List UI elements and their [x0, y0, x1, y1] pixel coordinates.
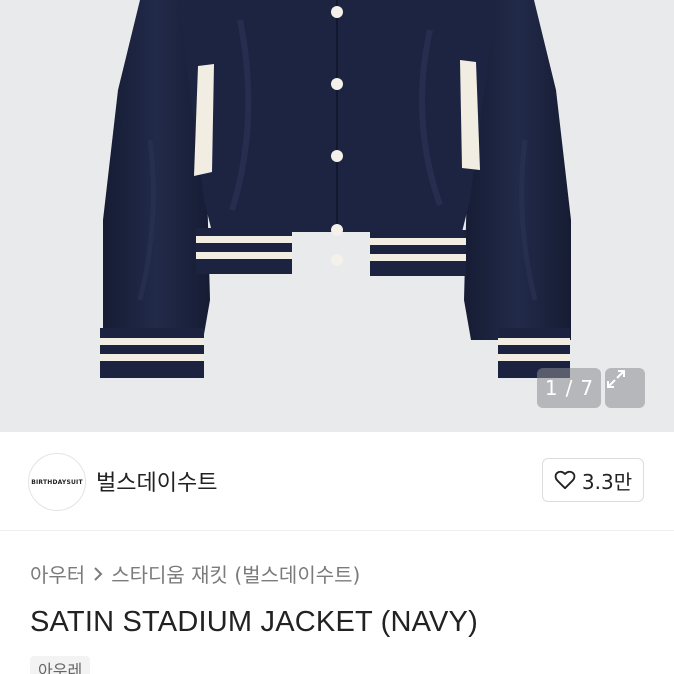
breadcrumb-category[interactable]: 아우터	[30, 559, 85, 588]
product-page: 1 / 7 BIRTHDAYSUIT 벌스데이수트 3.3만 아우터 스타디움 재킷…	[0, 0, 674, 674]
breadcrumb: 아우터 스타디움 재킷 (벌스데이수트)	[30, 559, 360, 588]
product-image-gallery[interactable]: 1 / 7	[0, 0, 674, 432]
image-counter-current: 1	[544, 376, 558, 400]
heart-icon	[554, 470, 576, 490]
image-counter-separator: /	[565, 376, 573, 400]
seller-avatar[interactable]: BIRTHDAYSUIT	[28, 453, 86, 511]
product-title: SATIN STADIUM JACKET (NAVY)	[30, 606, 478, 638]
seller-avatar-logo-text: BIRTHDAYSUIT	[31, 478, 83, 486]
expand-arrows-icon	[607, 370, 625, 388]
image-counter-total: 7	[580, 376, 594, 400]
seller-name[interactable]: 벌스데이수트	[96, 465, 217, 497]
like-count: 3.3만	[581, 469, 633, 494]
expand-image-button[interactable]	[605, 368, 645, 408]
like-button[interactable]: 3.3만	[542, 458, 644, 502]
category-tag[interactable]: 아우레	[30, 656, 91, 674]
chevron-right-icon	[93, 566, 103, 582]
seller-row: BIRTHDAYSUIT 벌스데이수트 3.3만	[0, 432, 674, 531]
image-counter: 1 / 7	[537, 368, 601, 408]
breadcrumb-subcategory[interactable]: 스타디움 재킷 (벌스데이수트)	[111, 559, 360, 588]
